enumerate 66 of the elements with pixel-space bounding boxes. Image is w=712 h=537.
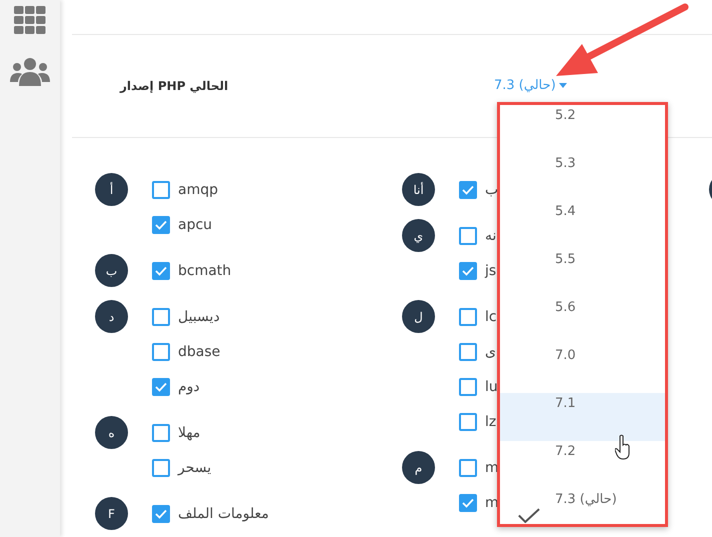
check-icon — [518, 508, 540, 523]
caret-icon — [558, 82, 567, 88]
extension-label: lc — [485, 308, 497, 324]
checkbox[interactable] — [459, 180, 477, 198]
checkbox[interactable] — [459, 458, 477, 476]
extension-label: ى — [485, 344, 496, 360]
hand-cursor-icon — [615, 434, 631, 460]
letter-badge: ب — [95, 254, 128, 287]
checkbox[interactable] — [152, 424, 170, 442]
letter-badge: ي — [402, 219, 435, 252]
users-icon[interactable] — [10, 58, 50, 86]
extension-label: apcu — [178, 216, 212, 232]
checkbox[interactable] — [459, 342, 477, 360]
checkbox[interactable] — [459, 378, 477, 396]
checkbox[interactable] — [152, 342, 170, 360]
extension-label: ب — [485, 182, 498, 198]
setting-label: إصدار PHP الحالي — [120, 79, 230, 93]
checkbox[interactable] — [152, 180, 170, 198]
extension-label: bcmath — [178, 262, 232, 278]
extension-label: dbase — [178, 344, 220, 360]
check-icon — [155, 508, 167, 518]
extension-label: amqp — [178, 182, 218, 198]
checkbox[interactable] — [152, 458, 170, 476]
check-icon — [462, 184, 474, 194]
extension-label: معلومات الملف — [178, 506, 269, 522]
version-option[interactable]: 5.2 — [500, 105, 665, 153]
version-option[interactable]: 5.6 — [500, 297, 665, 345]
letter-badge: F — [95, 497, 128, 530]
extension-label: دوم — [178, 378, 200, 394]
checkbox[interactable] — [459, 262, 477, 280]
extension-label: يسحر — [178, 460, 212, 476]
version-option[interactable]: 7.0 — [500, 345, 665, 393]
version-option[interactable]: 5.3 — [500, 153, 665, 201]
version-option[interactable]: 7.1 — [500, 393, 665, 441]
checkbox[interactable] — [152, 378, 170, 396]
checkbox[interactable] — [459, 412, 477, 430]
letter-badge: أ — [95, 173, 128, 206]
checkbox[interactable] — [152, 308, 170, 326]
apps-grid-icon[interactable] — [14, 6, 46, 34]
letter-badge: م — [402, 451, 435, 484]
extension-label: مهلا — [178, 424, 200, 440]
letter-badge: د — [95, 300, 128, 333]
version-option[interactable]: 5.5 — [500, 249, 665, 297]
checkbox[interactable] — [152, 262, 170, 280]
check-icon — [155, 266, 167, 276]
version-option[interactable]: 7.2 — [500, 441, 665, 489]
check-icon — [155, 382, 167, 392]
letter-badge: ل — [402, 300, 435, 333]
extension-label: ديسبيل — [178, 308, 220, 324]
letter-badge: ه — [95, 416, 128, 449]
extension-label: lu — [485, 378, 498, 394]
letter-badge: أنا — [402, 173, 435, 206]
version-option[interactable]: 7.3 (حالي) — [500, 489, 665, 524]
check-icon — [462, 498, 474, 508]
checkbox[interactable] — [152, 216, 170, 234]
checkbox[interactable] — [459, 308, 477, 326]
version-dropdown[interactable]: 7.3 (حالي) — [494, 78, 567, 92]
extension-label: lz — [485, 414, 496, 430]
extension-label: js — [485, 262, 496, 278]
version-option[interactable]: 5.4 — [500, 201, 665, 249]
extension-label: نه — [485, 228, 496, 244]
check-icon — [155, 220, 167, 230]
checkbox[interactable] — [152, 504, 170, 522]
checkbox[interactable] — [459, 226, 477, 244]
checkbox[interactable] — [459, 494, 477, 512]
check-icon — [462, 266, 474, 276]
